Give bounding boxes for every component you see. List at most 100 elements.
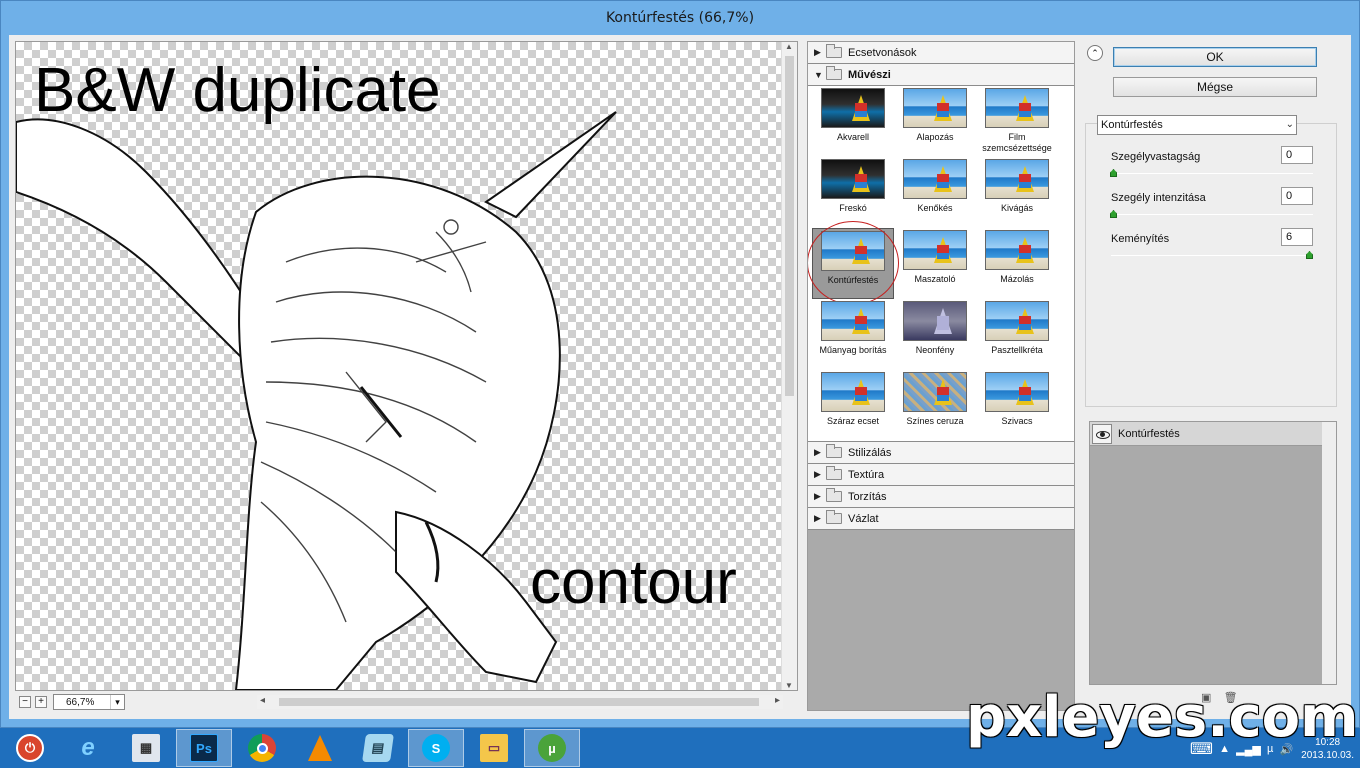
filter-category[interactable]: ▶ Textúra <box>808 464 1074 486</box>
slider-track[interactable] <box>1111 255 1313 256</box>
slider-track[interactable] <box>1111 173 1313 174</box>
category-label: Torzítás <box>848 490 887 503</box>
filter-thumbnail-label: Akvarell <box>836 132 869 142</box>
settings-panel: ⌃ OK Mégse Kontúrfestés ⌄ Szegélyvastags… <box>1081 41 1343 713</box>
filter-thumbnail[interactable]: Kivágás <box>976 157 1058 228</box>
taskbar-notepad[interactable]: ▤ <box>350 729 406 767</box>
filter-thumbnail[interactable]: Akvarell <box>812 86 894 157</box>
overlay-sub-text: contour <box>530 548 737 617</box>
expand-icon: ▶ <box>814 47 821 57</box>
filter-thumbnail[interactable]: Maszatoló <box>894 228 976 299</box>
category-brush-strokes[interactable]: ▶ Ecsetvonások <box>808 42 1074 64</box>
filter-select[interactable]: Kontúrfestés ⌄ <box>1097 115 1297 135</box>
visibility-eye-icon[interactable] <box>1092 423 1112 444</box>
folder-icon <box>826 510 842 524</box>
scroll-right-icon[interactable]: ▸ <box>775 695 780 706</box>
preview-pane[interactable]: B&W duplicate contour ▲ ▼ <box>15 41 798 691</box>
filter-thumbnail[interactable]: Műanyag borítás <box>812 299 894 370</box>
sailboat-graphic <box>1019 387 1031 395</box>
taskbar-skype[interactable]: S <box>408 729 464 767</box>
sailboat-graphic <box>937 324 949 330</box>
param-posterization: Keményítés 6 <box>1111 228 1321 259</box>
scroll-thumb[interactable] <box>785 56 794 396</box>
scroll-thumb[interactable] <box>279 698 759 706</box>
taskbar-ie[interactable]: e <box>60 729 116 767</box>
sailboat-graphic <box>855 324 867 330</box>
filter-preview-image <box>821 301 885 341</box>
effect-layers-list: Kontúrfestés <box>1089 421 1337 685</box>
filter-category[interactable]: ▶ Stilizálás <box>808 442 1074 464</box>
sailboat-graphic <box>855 246 867 254</box>
effect-layer-row[interactable]: Kontúrfestés <box>1090 422 1336 446</box>
cancel-button[interactable]: Mégse <box>1113 77 1317 97</box>
filter-thumbnail[interactable]: Neonfény <box>894 299 976 370</box>
sailboat-graphic <box>855 316 867 324</box>
expand-icon: ▶ <box>814 469 821 479</box>
taskbar-calculator[interactable]: ▦ <box>118 729 174 767</box>
calculator-icon: ▦ <box>132 734 160 762</box>
filter-thumbnail[interactable]: Pasztellkréta <box>976 299 1058 370</box>
filter-thumbnail[interactable]: Film szemcsézettsége <box>976 86 1058 157</box>
title-bar[interactable]: Kontúrfestés (66,7%) <box>1 1 1359 35</box>
filter-preview-image <box>985 230 1049 270</box>
sailboat-graphic <box>855 182 867 188</box>
scroll-up-icon[interactable]: ▲ <box>785 42 793 51</box>
folder-open-icon <box>826 66 842 80</box>
sailboat-graphic <box>1019 395 1031 401</box>
taskbar-explorer[interactable]: ▭ <box>466 729 522 767</box>
filter-thumbnail-label: Mázolás <box>1000 274 1034 284</box>
taskbar-chrome[interactable] <box>234 729 290 767</box>
param-input[interactable]: 6 <box>1281 228 1313 246</box>
preview-vertical-scrollbar[interactable]: ▲ ▼ <box>781 42 797 690</box>
sailboat-graphic <box>937 253 949 259</box>
layers-scrollbar[interactable] <box>1322 422 1336 684</box>
sailboat-graphic <box>1019 324 1031 330</box>
filter-thumbnail-label: Maszatoló <box>914 274 956 284</box>
filter-category[interactable]: ▶ Vázlat <box>808 508 1074 530</box>
filter-thumbnail-label: Neonfény <box>915 345 955 355</box>
filter-gallery: ▶ Ecsetvonások ▼ Művészi Akvarell Alapozá… <box>807 41 1075 711</box>
category-artistic[interactable]: ▼ Művészi <box>808 64 1074 86</box>
expand-icon: ▶ <box>814 491 821 501</box>
collapse-gallery-button[interactable]: ⌃ <box>1087 45 1103 61</box>
filter-thumbnail[interactable]: Kenőkés <box>894 157 976 228</box>
scroll-down-icon[interactable]: ▼ <box>785 681 793 690</box>
filter-thumbnail[interactable]: Színes ceruza <box>894 370 976 441</box>
filter-thumbnail[interactable]: Alapozás <box>894 86 976 157</box>
taskbar-power[interactable]: ⏻ <box>2 729 58 767</box>
taskbar-vlc[interactable] <box>292 729 348 767</box>
filter-select-value: Kontúrfestés <box>1101 119 1163 131</box>
ok-button[interactable]: OK <box>1113 47 1317 67</box>
filter-thumbnail[interactable]: Mázolás <box>976 228 1058 299</box>
sailboat-graphic <box>855 174 867 182</box>
filter-thumbnail[interactable]: Szivacs <box>976 370 1058 441</box>
filter-preview-image <box>821 372 885 412</box>
param-label: Szegély intenzitása <box>1111 192 1206 204</box>
filter-thumbnail[interactable]: Kontúrfestés <box>808 221 899 305</box>
taskbar-utorrent[interactable]: µ <box>524 729 580 767</box>
filter-preview-image <box>821 231 885 271</box>
sailboat-graphic <box>855 111 867 117</box>
slider-track[interactable] <box>1111 214 1313 215</box>
filter-thumbnail[interactable]: Száraz ecset <box>812 370 894 441</box>
taskbar-photoshop[interactable]: Ps <box>176 729 232 767</box>
preview-horizontal-scrollbar[interactable]: ◂ ▸ <box>257 695 783 709</box>
preview-canvas[interactable]: B&W duplicate contour <box>16 42 782 690</box>
clock-date: 2013.10.03. <box>1301 750 1354 761</box>
chrome-icon <box>248 734 276 762</box>
folder-icon <box>826 466 842 480</box>
zoom-bar: − + 66,7% ▾ ◂ ▸ <box>15 693 798 711</box>
zoom-level-select[interactable]: 66,7% ▾ <box>53 694 125 710</box>
sailboat-graphic <box>937 245 949 253</box>
scroll-left-icon[interactable]: ◂ <box>260 695 265 706</box>
filter-category[interactable]: ▶ Torzítás <box>808 486 1074 508</box>
zoom-in-button[interactable]: + <box>35 696 47 708</box>
param-input[interactable]: 0 <box>1281 187 1313 205</box>
sailboat-graphic <box>855 395 867 401</box>
filter-thumbnail[interactable]: Freskó <box>812 157 894 228</box>
zoom-out-button[interactable]: − <box>19 696 31 708</box>
sailboat-graphic <box>937 395 949 401</box>
expand-icon: ▶ <box>814 447 821 457</box>
param-input[interactable]: 0 <box>1281 146 1313 164</box>
sailboat-graphic <box>1019 174 1031 182</box>
